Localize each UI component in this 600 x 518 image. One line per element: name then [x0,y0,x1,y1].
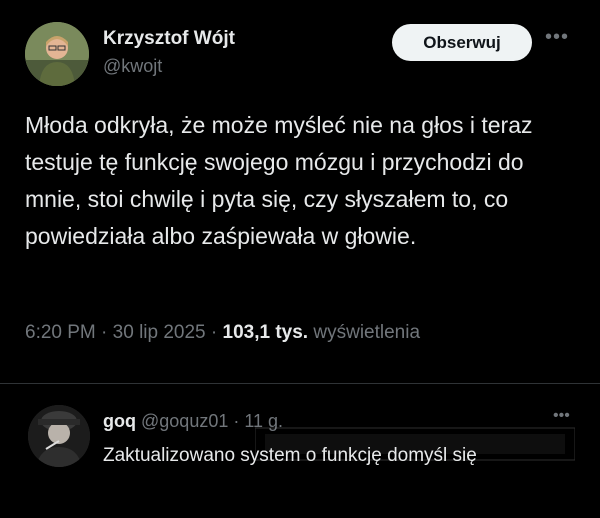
view-count: 103,1 tys. [222,322,309,343]
reply-text: Zaktualizowano system o funkcję domyśl s… [103,445,477,466]
tweet-meta: 6:20 PM · 30 lip 2025 · 103,1 tys. wyświ… [25,322,420,344]
meta-separator: · [95,322,113,343]
tweet-time[interactable]: 6:20 PM [25,322,96,343]
author-name[interactable]: Krzysztof Wójt [103,28,235,50]
follow-button[interactable]: Obserwuj [392,24,532,61]
author-avatar[interactable] [25,22,89,86]
meta-separator: · [205,322,223,343]
reply: goq @goquz01 · 11 g. ••• Zaktualizowano … [0,384,600,518]
reply-avatar-image [28,405,90,467]
reply-handle[interactable]: @goquz01 [141,411,228,431]
reply-avatar[interactable] [28,405,90,467]
tweet-date[interactable]: 30 lip 2025 [113,322,206,343]
reply-age[interactable]: 11 g. [244,411,283,431]
reply-separator: · [228,411,245,431]
author-handle[interactable]: @kwojt [103,56,162,77]
reply-name[interactable]: goq [103,411,136,431]
tweet: Krzysztof Wójt @kwojt Obserwuj ••• Młoda… [0,0,600,380]
reply-more-options-icon[interactable]: ••• [553,408,575,427]
more-options-icon[interactable]: ••• [542,27,572,52]
reply-header: goq @goquz01 · 11 g. [103,411,283,432]
view-count-label: wyświetlenia [308,322,421,343]
author-avatar-image [25,22,89,86]
tweet-text: Młoda odkryła, że może myśleć nie na gło… [25,112,533,249]
